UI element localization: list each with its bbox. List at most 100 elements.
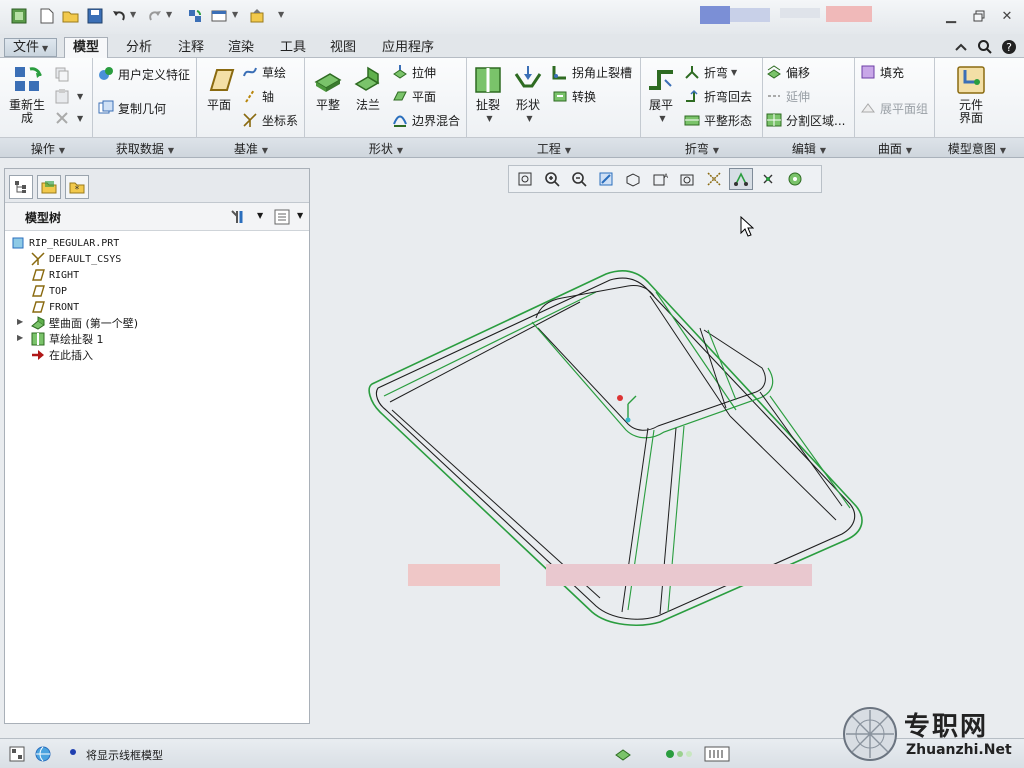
expand-icon[interactable]: ▶ [17, 317, 23, 326]
restore-icon[interactable] [970, 8, 988, 24]
bend-button[interactable]: 折弯 ▼ [684, 62, 737, 82]
tree-item-insert-here[interactable]: 在此插入 [31, 347, 93, 363]
tab-view[interactable]: 视图 [322, 38, 364, 58]
group-get-data[interactable]: 获取数据 ▼ [94, 140, 196, 157]
tab-render[interactable]: 渲染 [220, 38, 262, 58]
tab-model-tree[interactable] [9, 175, 33, 199]
close-icon[interactable]: ✕ [998, 8, 1016, 24]
chevron-down-icon[interactable]: ▼ [232, 10, 238, 19]
axis-button[interactable]: 轴 [242, 86, 274, 106]
fill-button[interactable]: 填充 [860, 62, 904, 82]
bend-back-button[interactable]: 折弯回去 [684, 86, 752, 106]
split-area-button[interactable]: 分割区域... [766, 110, 845, 130]
group-engineering[interactable]: 工程 ▼ [468, 140, 640, 157]
datum-display-icon[interactable] [702, 168, 726, 190]
chevron-down-icon[interactable]: ▼ [130, 10, 136, 19]
spin-center-icon[interactable] [756, 168, 780, 190]
extrude-button[interactable]: 拉伸 [392, 62, 436, 82]
tab-favorites[interactable]: * [65, 175, 89, 199]
component-interface-button[interactable]: 元件界面 [944, 64, 998, 125]
tree-item-front[interactable]: FRONT [31, 299, 79, 315]
annotation-display-icon[interactable] [783, 168, 807, 190]
tab-model[interactable]: 模型 [64, 37, 109, 59]
copy-geometry-button[interactable]: 复制几何 [98, 98, 166, 118]
blurred-region [826, 6, 872, 22]
copy-button[interactable] [54, 64, 74, 84]
view-manager-icon[interactable] [675, 168, 699, 190]
group-model-intent[interactable]: 模型意图 ▼ [936, 140, 1018, 157]
minimize-icon[interactable]: ▁ [942, 8, 960, 24]
sketch-icon [242, 64, 258, 80]
tree-item-right[interactable]: RIGHT [31, 267, 79, 283]
tree-item-label: RIGHT [49, 269, 80, 281]
flatten-button[interactable]: 平整形态 [684, 110, 752, 130]
datum-plane-button[interactable]: 平面 [200, 64, 238, 112]
expand-icon[interactable]: ▶ [17, 333, 23, 342]
close-window-icon[interactable] [248, 7, 266, 25]
tab-annotate[interactable]: 注释 [170, 38, 212, 58]
delete-button[interactable]: ▼ [54, 108, 83, 128]
undo-icon[interactable] [110, 7, 128, 25]
tab-analysis[interactable]: 分析 [118, 38, 160, 58]
group-operations[interactable]: 操作 ▼ [4, 140, 92, 157]
csys-button[interactable]: 坐标系 [242, 110, 298, 130]
new-icon[interactable] [38, 7, 56, 25]
form-button[interactable]: 形状 ▼ [510, 64, 546, 125]
window-icon[interactable] [210, 7, 228, 25]
planar-button[interactable]: 平面 [392, 86, 436, 106]
chevron-down-icon[interactable]: ▼ [297, 211, 303, 220]
repaint-icon[interactable] [594, 168, 618, 190]
group-shapes[interactable]: 形状 ▼ [306, 140, 466, 157]
chevron-down-icon[interactable]: ▼ [166, 10, 172, 19]
convert-button[interactable]: 转换 [552, 86, 596, 106]
help-icon[interactable]: ? [1000, 39, 1018, 55]
chevron-down-icon[interactable]: ▼ [257, 211, 263, 220]
named-views-icon[interactable]: AB [648, 168, 672, 190]
tab-tools[interactable]: 工具 [272, 38, 314, 58]
show-filter-icon[interactable] [273, 208, 291, 226]
open-icon[interactable] [62, 7, 80, 25]
tree-item-csys[interactable]: DEFAULT_CSYS [31, 251, 121, 267]
group-datum[interactable]: 基准 ▼ [198, 140, 304, 157]
selection-filter-icon[interactable] [702, 745, 732, 763]
tree-item-part[interactable]: RIP_REGULAR.PRT [11, 235, 119, 251]
wireframe-display-icon[interactable] [729, 168, 753, 190]
toggle-browser-icon[interactable] [32, 745, 54, 763]
refit-icon[interactable] [513, 168, 537, 190]
redo-icon[interactable] [146, 7, 164, 25]
offset-button[interactable]: 偏移 [766, 62, 810, 82]
graphics-window[interactable] [312, 160, 1024, 738]
tree-item-top[interactable]: TOP [31, 283, 67, 299]
search-icon[interactable] [976, 39, 994, 55]
regenerate-icon[interactable] [186, 7, 204, 25]
tab-file[interactable]: 文件 ▼ [4, 38, 58, 57]
tree-item-wall[interactable]: 壁曲面 (第一个壁) [31, 315, 138, 331]
udf-button[interactable]: 用户定义特征 [98, 64, 190, 84]
unbend-button[interactable]: 展平 ▼ [644, 64, 678, 125]
saved-orientations-icon[interactable] [621, 168, 645, 190]
zoom-in-icon[interactable] [540, 168, 564, 190]
extend-button[interactable]: 延伸 [766, 86, 810, 106]
zoom-out-icon[interactable] [567, 168, 591, 190]
tab-applications[interactable]: 应用程序 [374, 38, 442, 58]
regenerate-button[interactable]: 重新生成 [6, 64, 50, 125]
tab-folder-browser[interactable] [37, 175, 61, 199]
boundary-blend-button[interactable]: 边界混合 [392, 110, 460, 130]
sketch-button[interactable]: 草绘 [242, 62, 286, 82]
flat-wall-button[interactable]: 平整 [308, 64, 348, 112]
toggle-navigator-icon[interactable] [6, 745, 28, 763]
paste-button[interactable]: ▼ [54, 86, 83, 106]
minimize-ribbon-icon[interactable] [952, 39, 970, 55]
tree-settings-icon[interactable] [229, 208, 247, 226]
regeneration-status-icon[interactable] [612, 745, 634, 763]
tree-item-rip[interactable]: 草绘扯裂 1 [31, 331, 104, 347]
group-surfaces[interactable]: 曲面 ▼ [856, 140, 934, 157]
corner-relief-button[interactable]: 拐角止裂槽 [552, 62, 632, 82]
flat-pattern-button[interactable]: 展平面组 [860, 98, 928, 118]
group-bends[interactable]: 折弯 ▼ [642, 140, 762, 157]
customize-icon[interactable]: ▼ [278, 10, 284, 19]
rip-button[interactable]: 扯裂 ▼ [470, 64, 506, 125]
group-editing[interactable]: 编辑 ▼ [764, 140, 854, 157]
save-icon[interactable] [86, 7, 104, 25]
flange-button[interactable]: 法兰 [350, 64, 386, 112]
